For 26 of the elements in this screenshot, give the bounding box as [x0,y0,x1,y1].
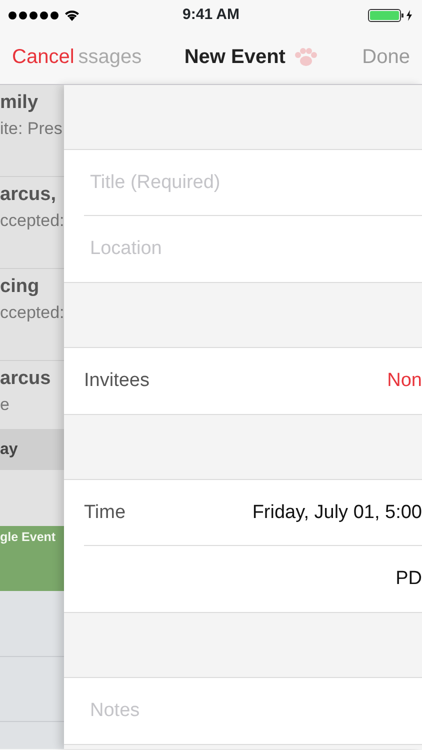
row-value[interactable]: Non [387,366,422,396]
row-label: Time [84,500,126,525]
back-label: ssages [78,45,142,70]
row-value[interactable]: PD [396,564,422,594]
signal-icon [8,10,60,20]
item-subtitle: ccepted: [0,302,64,324]
cancel-button[interactable]: Cancel [12,42,74,72]
paw-icon [293,47,320,67]
item-title: cing [0,275,40,299]
item-title: arcus [0,367,52,391]
row-label: Invitees [84,368,150,393]
text-field[interactable]: Location [64,216,422,282]
calendar-event: gle Event [0,526,64,591]
row-value[interactable]: Friday, July 01, 5:00 [252,498,422,528]
text-field[interactable]: Title (Required) [64,150,422,216]
item-title: mily [0,91,40,115]
time-text: 9:41 AM [182,4,240,25]
nav-title: New Event [184,45,286,70]
item-subtitle: ccepted: [0,210,64,232]
item-title: arcus, [0,183,57,207]
wifi-icon [64,9,80,21]
item-subtitle: ite: Pres [0,118,64,140]
item-subtitle: e [0,394,10,416]
text-field[interactable]: Notes [64,678,422,744]
battery-icon [368,8,414,22]
day-header: ay [0,430,64,470]
